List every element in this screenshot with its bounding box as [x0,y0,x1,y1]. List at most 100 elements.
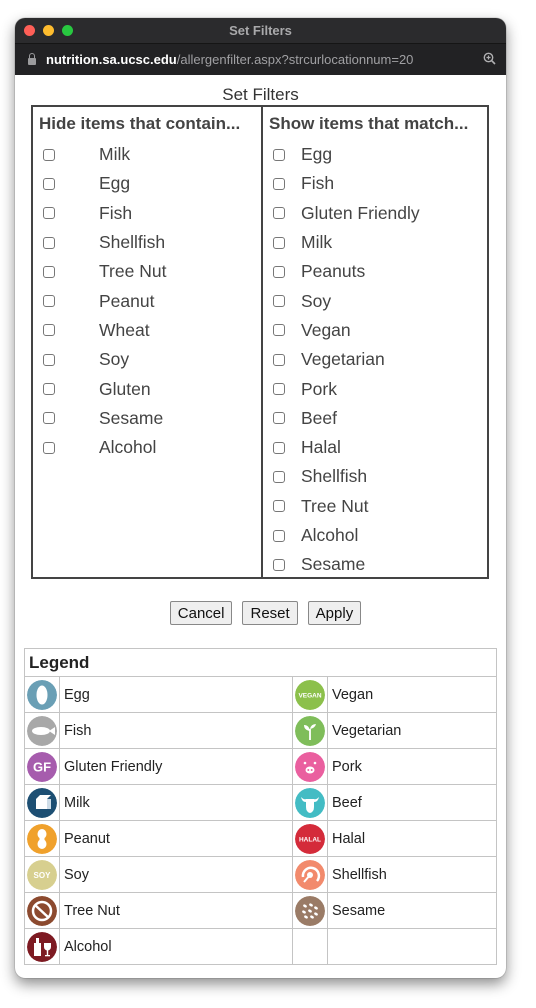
hide-filter-checkbox[interactable] [43,383,55,396]
hide-filter-checkbox[interactable] [43,324,55,337]
show-filter-item[interactable]: Gluten Friendly [263,199,487,228]
show-filter-item[interactable]: Tree Nut [263,492,487,521]
hide-filter-item[interactable]: Alcohol [33,433,261,462]
show-filter-item[interactable]: Halal [263,433,487,462]
show-filter-item[interactable]: Milk [263,228,487,257]
hide-filter-label: Peanut [99,290,155,311]
hide-column: Hide items that contain... Milk Egg Fish Sh… [33,107,263,577]
show-filter-item[interactable]: Alcohol [263,521,487,550]
show-filter-checkbox[interactable] [273,207,285,220]
hide-filter-checkbox[interactable] [43,441,55,454]
hide-column-header: Hide items that contain... [39,114,241,133]
legend-icon-cell: GF [24,748,60,785]
hide-filter-label: Shellfish [99,232,166,253]
legend-row: Egg VEGAN Vegan [24,676,497,713]
hide-filter-item[interactable]: Peanut [33,286,261,315]
legend-icon-cell [292,892,328,929]
show-filter-checkbox[interactable] [273,470,285,483]
show-filter-item[interactable]: Fish [263,169,487,198]
zoom-window-button[interactable] [62,25,73,36]
hide-filter-checkbox[interactable] [43,148,55,161]
svg-text:SOY: SOY [34,870,52,879]
title-bar: Set Filters [15,18,506,44]
show-filter-item[interactable]: Sesame [263,550,487,579]
hide-filter-label: Egg [99,173,131,194]
show-filter-label: Egg [301,144,333,165]
legend-label-cell: Soy [59,856,293,893]
reset-button[interactable]: Reset [242,601,298,625]
legend-row: Milk Beef [24,784,497,821]
show-filter-item[interactable]: Soy [263,286,487,315]
apply-button[interactable]: Apply [307,601,362,625]
legend-icon-cell [24,676,60,713]
show-filter-item[interactable]: Vegetarian [263,345,487,374]
hide-filter-item[interactable]: Egg [33,169,261,198]
hide-filter-checkbox[interactable] [43,412,55,425]
hide-filter-item[interactable]: Tree Nut [33,257,261,286]
legend-icon-cell [24,820,60,857]
show-filter-item[interactable]: Shellfish [263,462,487,491]
hide-filter-item[interactable]: Wheat [33,316,261,345]
show-filter-item[interactable]: Vegan [263,316,487,345]
vegan-icon: VEGAN [295,679,325,710]
legend-label-cell: Pork [327,748,497,785]
show-filter-item[interactable]: Beef [263,404,487,433]
show-filter-checkbox[interactable] [273,441,285,454]
hide-filter-item[interactable]: Sesame [33,404,261,433]
show-filter-item[interactable]: Egg [263,140,487,169]
hide-filter-checkbox[interactable] [43,265,55,278]
show-filter-checkbox[interactable] [273,412,285,425]
hide-filter-item[interactable]: Fish [33,199,261,228]
hide-filter-checkbox[interactable] [43,177,55,190]
shellfish-icon [295,859,325,890]
hide-filter-checkbox[interactable] [43,236,55,249]
url-text[interactable]: nutrition.sa.ucsc.edu/allergenfilter.asp… [46,52,413,67]
vegetarian-icon [295,715,325,746]
hide-filter-checkbox[interactable] [43,295,55,308]
hide-filter-item[interactable]: Soy [33,345,261,374]
show-filter-checkbox[interactable] [273,500,285,513]
hide-filter-item[interactable]: Shellfish [33,228,261,257]
minimize-window-button[interactable] [43,25,54,36]
show-filter-checkbox[interactable] [273,558,285,571]
lock-icon [28,52,36,65]
show-filter-checkbox[interactable] [273,236,285,249]
hide-filter-checkbox[interactable] [43,353,55,366]
show-filter-checkbox[interactable] [273,353,285,366]
filters-panel: Hide items that contain... Milk Egg Fish Sh… [31,105,489,579]
show-filter-checkbox[interactable] [273,265,285,278]
cancel-button[interactable]: Cancel [169,601,233,625]
legend-label: Tree Nut [64,902,120,919]
legend-title: Legend [24,648,497,677]
legend-label: Fish [64,722,92,739]
show-filter-checkbox[interactable] [273,529,285,542]
legend-label-cell: Egg [59,676,293,713]
show-filter-label: Vegan [301,319,351,340]
show-filter-checkbox[interactable] [273,177,285,190]
hide-filter-label: Gluten [99,378,151,399]
zoom-in-icon[interactable] [483,52,496,65]
hide-filter-item[interactable]: Milk [33,140,261,169]
hide-filter-item[interactable]: Gluten [33,374,261,403]
show-filter-item[interactable]: Pork [263,374,487,403]
legend-label: Vegan [332,686,374,703]
show-filter-item[interactable]: Peanuts [263,257,487,286]
legend-row: GF Gluten Friendly Pork [24,748,497,785]
legend-icon-cell: HALAL [292,820,328,857]
show-filter-checkbox[interactable] [273,295,285,308]
legend-icon-cell [292,748,328,785]
show-filter-checkbox[interactable] [273,148,285,161]
show-column: Show items that match... Egg Fish Gluten F… [263,107,487,577]
legend-icon-cell [292,784,328,821]
alcohol-icon [27,931,57,962]
close-window-button[interactable] [24,25,35,36]
hide-filter-checkbox[interactable] [43,207,55,220]
address-bar[interactable]: nutrition.sa.ucsc.edu/allergenfilter.asp… [15,44,506,75]
page-content: Set Filters Hide items that contain... M… [15,75,506,978]
legend-label-cell: Fish [59,712,293,749]
legend-label-cell: Gluten Friendly [59,748,293,785]
legend-icon-cell [292,856,328,893]
show-filter-checkbox[interactable] [273,324,285,337]
show-filter-checkbox[interactable] [273,383,285,396]
show-filter-label: Peanuts [301,261,366,282]
